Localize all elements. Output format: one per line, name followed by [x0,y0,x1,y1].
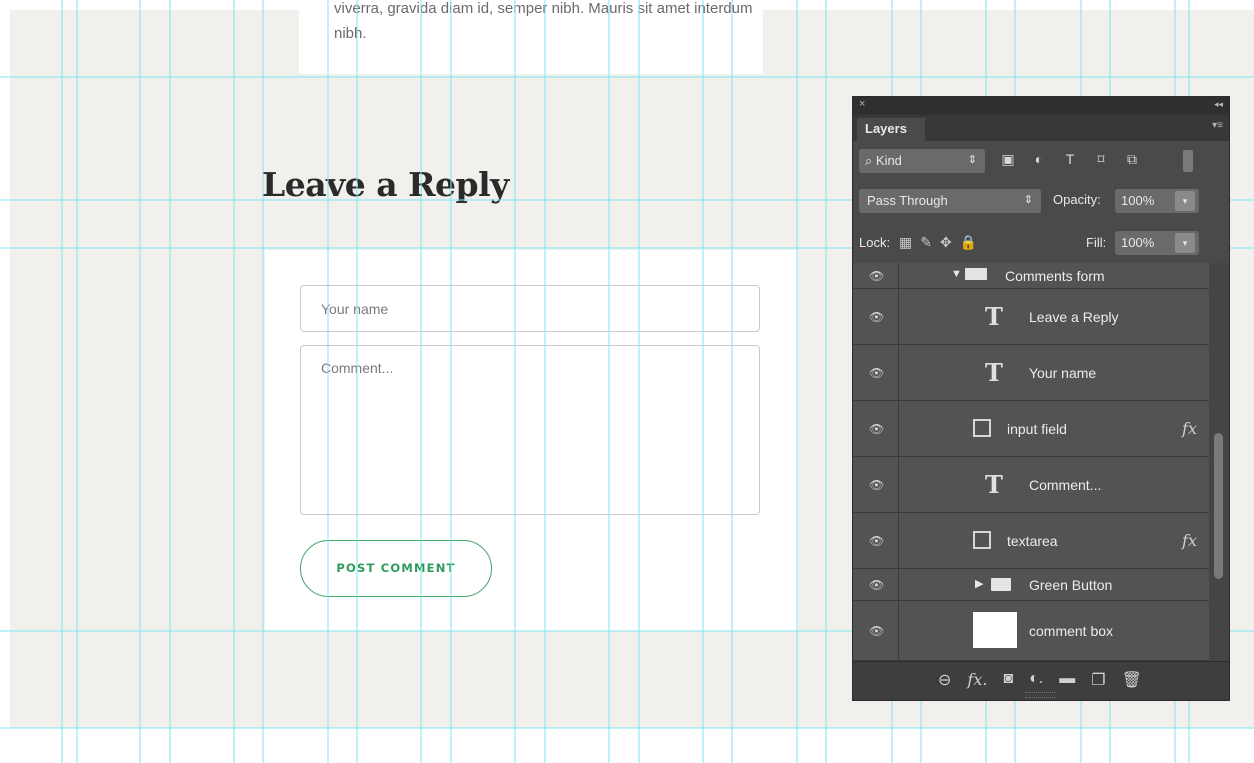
adjustment-filter-icon[interactable]: ◐ [1030,151,1048,168]
opacity-label: Opacity: [1053,192,1101,207]
bottom-icons: ⊖ fx. ◙ ◐. ▬ ❐ 🗑 [938,670,1142,690]
eye-icon[interactable]: 👁 [869,534,884,548]
eye-icon[interactable]: 👁 [869,478,884,492]
shape-filter-icon[interactable]: ⌑ [1092,151,1110,168]
adjustment-icon[interactable]: ◐. [1029,670,1043,690]
layer-name: Comments form [1005,267,1105,284]
layer-row-comment[interactable]: 👁 T Comment... [853,457,1209,513]
layers-scrollbar[interactable] [1209,263,1229,661]
panel-titlebar: × ◂◂ [853,97,1229,115]
kind-filter-select[interactable]: ⌕ Kind ⇕ [859,149,985,173]
resize-grip[interactable] [1025,692,1055,698]
panel-bottom-bar: ⊖ fx. ◙ ◐. ▬ ❐ 🗑 [853,661,1229,700]
eye-cell: 👁 [853,569,899,600]
smart-object-filter-icon[interactable]: ⧉ [1123,151,1141,168]
text-card: viverra, gravida diam id, semper nibh. M… [299,0,763,74]
layer-row-input-field[interactable]: 👁 input field fx [853,401,1209,457]
fx-icon[interactable]: fx. [967,670,987,690]
panel-tabbar: Layers ▾≡ [853,115,1229,141]
layers-list: 👁 ▼ Comments form 👁 T Leave a Reply 👁 T … [853,263,1209,661]
fill-value: 100% [1121,235,1155,250]
layer-name: Comment... [1029,476,1102,493]
post-comment-button[interactable]: POST COMMENT [300,540,492,597]
trash-icon[interactable]: 🗑 [1122,670,1142,690]
eye-icon[interactable]: 👁 [869,624,884,638]
fill-label: Fill: [1086,235,1107,250]
eye-cell: 👁 [853,401,899,456]
disclosure-down-icon[interactable]: ▼ [951,268,962,280]
layer-name: comment box [1029,622,1114,639]
lock-transparency-icon[interactable]: ▦ [899,234,912,251]
eye-cell: 👁 [853,263,899,288]
folder-icon [965,268,987,280]
tab-layers[interactable]: Layers [857,118,925,141]
type-layer-icon: T [985,301,1003,331]
eye-cell: 👁 [853,457,899,512]
opacity-value: 100% [1121,193,1155,208]
mask-icon[interactable]: ◙ [1003,670,1013,690]
fx-icon[interactable]: fx [1182,419,1197,438]
lock-pixels-icon[interactable]: ✎ [920,234,932,251]
layer-row-leave-a-reply[interactable]: 👁 T Leave a Reply [853,289,1209,345]
layer-name: input field [1007,420,1067,437]
lock-label: Lock: [859,235,891,250]
body-text: viverra, gravida diam id, semper nibh. M… [334,0,753,42]
layer-row-textarea[interactable]: 👁 textarea fx [853,513,1209,569]
collapse-icon[interactable]: ◂◂ [1214,99,1223,110]
layer-row-your-name[interactable]: 👁 T Your name [853,345,1209,401]
layer-name: Green Button [1029,576,1113,593]
type-layer-icon: T [985,357,1003,387]
image-filter-icon[interactable]: ▣ [999,151,1017,168]
lock-row: Lock: ▦ ✎ ✥ 🔒 Fill: 100% ▾ [853,227,1229,263]
eye-icon[interactable]: 👁 [869,366,884,380]
comment-textarea[interactable]: Comment... [300,345,760,515]
close-icon[interactable]: × [859,98,865,110]
shape-layer-icon [973,418,991,437]
eye-cell: 👁 [853,345,899,400]
lock-all-icon[interactable]: 🔒 [960,234,977,251]
layers-panel: × ◂◂ Layers ▾≡ ⌕ Kind ⇕ ▣ ◐ T ⌑ ⧉ Pass T… [852,96,1230,701]
layer-row-comments-form[interactable]: 👁 ▼ Comments form [853,263,1209,289]
eye-icon[interactable]: 👁 [869,422,884,436]
fx-icon[interactable]: fx [1182,531,1197,550]
filter-icons: ▣ ◐ T ⌑ ⧉ [999,151,1141,168]
link-icon[interactable]: ⊖ [938,670,951,690]
layer-thumbnail [973,612,1017,648]
eye-cell: 👁 [853,513,899,568]
panel-menu-icon[interactable]: ▾≡ [1212,120,1223,131]
eye-cell: 👁 [853,289,899,344]
kind-filter-label: ⌕ Kind [865,153,902,168]
eye-cell: 👁 [853,601,899,660]
opacity-dropdown-icon[interactable]: ▾ [1175,191,1195,211]
chevron-updown-icon: ⇕ [1023,194,1033,206]
disclosure-right-icon[interactable]: ▶ [975,577,983,590]
folder-icon[interactable]: ▬ [1059,670,1075,690]
chevron-updown-icon: ⇕ [967,154,977,166]
scroll-thumb[interactable] [1214,433,1223,579]
fill-dropdown-icon[interactable]: ▾ [1175,233,1195,253]
layer-name: Leave a Reply [1029,308,1119,325]
folder-icon [991,578,1011,591]
eye-icon[interactable]: 👁 [869,578,884,592]
layer-name: Your name [1029,364,1097,381]
shape-layer-icon [973,530,991,549]
blend-mode-label: Pass Through [867,193,948,208]
layer-row-green-button[interactable]: 👁 ▶ Green Button [853,569,1209,601]
layer-name: textarea [1007,532,1058,549]
reply-heading: Leave a Reply [262,165,509,204]
eye-icon[interactable]: 👁 [869,310,884,324]
type-layer-icon: T [985,469,1003,499]
lock-position-icon[interactable]: ✥ [940,234,952,251]
name-input[interactable]: Your name [300,285,760,332]
type-filter-icon[interactable]: T [1061,151,1079,168]
new-layer-icon[interactable]: ❐ [1091,670,1105,690]
layer-row-comment-box[interactable]: 👁 comment box [853,601,1209,661]
blend-mode-select[interactable]: Pass Through ⇕ [859,189,1041,213]
eye-icon[interactable]: 👁 [869,269,884,283]
lock-icons: ▦ ✎ ✥ 🔒 [899,234,977,251]
filter-toggle-icon[interactable] [1183,150,1193,172]
